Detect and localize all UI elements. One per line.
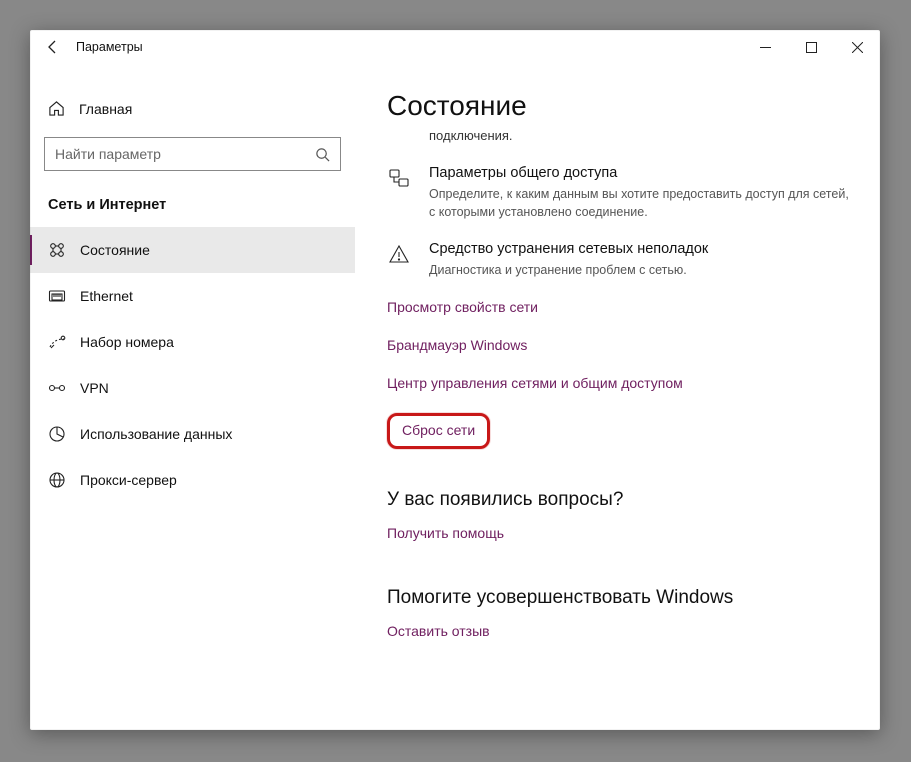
block-desc: Диагностика и устранение проблем с сетью…: [429, 261, 708, 279]
window-title: Параметры: [76, 40, 143, 54]
search-icon: [315, 147, 330, 162]
sidebar-item-label: Ethernet: [80, 288, 133, 304]
sidebar-item-label: Использование данных: [80, 426, 232, 442]
link-feedback[interactable]: Оставить отзыв: [387, 623, 490, 639]
vpn-icon: [48, 379, 66, 397]
page-subtext: подключения.: [429, 128, 858, 143]
search-box[interactable]: [44, 137, 341, 171]
sidebar-section-label: Сеть и Интернет: [30, 171, 355, 227]
sidebar-item-label: Прокси-сервер: [80, 472, 177, 488]
sidebar-item-datausage[interactable]: Использование данных: [30, 411, 355, 457]
troubleshoot-block[interactable]: Средство устранения сетевых неполадок Ди…: [387, 241, 858, 279]
sidebar-item-label: VPN: [80, 380, 109, 396]
link-get-help[interactable]: Получить помощь: [387, 525, 504, 541]
home-icon: [48, 100, 65, 117]
sidebar-item-label: Набор номера: [80, 334, 174, 350]
settings-window: Параметры Главная Сеть и Интернет: [30, 30, 880, 730]
ethernet-icon: [48, 287, 66, 305]
sidebar-item-proxy[interactable]: Прокси-сервер: [30, 457, 355, 503]
link-view-properties[interactable]: Просмотр свойств сети: [387, 299, 538, 315]
page-heading: Состояние: [387, 90, 858, 122]
maximize-button[interactable]: [788, 30, 834, 64]
sidebar: Главная Сеть и Интернет Состояние Ethern…: [30, 64, 355, 730]
block-desc: Определите, к каким данным вы хотите пре…: [429, 185, 849, 221]
sharing-icon: [388, 167, 410, 189]
sidebar-item-dialup[interactable]: Набор номера: [30, 319, 355, 365]
sidebar-item-status[interactable]: Состояние: [30, 227, 355, 273]
content-pane: Состояние подключения. Параметры общего …: [355, 64, 880, 730]
feedback-heading: Помогите усовершенствовать Windows: [387, 587, 858, 609]
status-icon: [48, 241, 66, 259]
back-button[interactable]: [30, 30, 76, 64]
minimize-button[interactable]: [742, 30, 788, 64]
block-title: Параметры общего доступа: [429, 165, 849, 181]
link-firewall[interactable]: Брандмауэр Windows: [387, 337, 527, 353]
help-heading: У вас появились вопросы?: [387, 489, 858, 511]
block-title: Средство устранения сетевых неполадок: [429, 241, 708, 257]
titlebar: Параметры: [30, 30, 880, 64]
home-link[interactable]: Главная: [30, 90, 355, 127]
link-network-center[interactable]: Центр управления сетями и общим доступом: [387, 375, 683, 391]
sidebar-item-vpn[interactable]: VPN: [30, 365, 355, 411]
sidebar-item-label: Состояние: [80, 242, 150, 258]
warning-icon: [388, 243, 410, 265]
sidebar-item-ethernet[interactable]: Ethernet: [30, 273, 355, 319]
home-label: Главная: [79, 101, 132, 117]
link-network-reset[interactable]: Сброс сети: [402, 422, 475, 438]
highlighted-network-reset[interactable]: Сброс сети: [387, 413, 490, 449]
close-button[interactable]: [834, 30, 880, 64]
dialup-icon: [48, 333, 66, 351]
sharing-options-block[interactable]: Параметры общего доступа Определите, к к…: [387, 165, 858, 221]
datausage-icon: [48, 425, 66, 443]
search-input[interactable]: [55, 146, 315, 162]
proxy-icon: [48, 471, 66, 489]
